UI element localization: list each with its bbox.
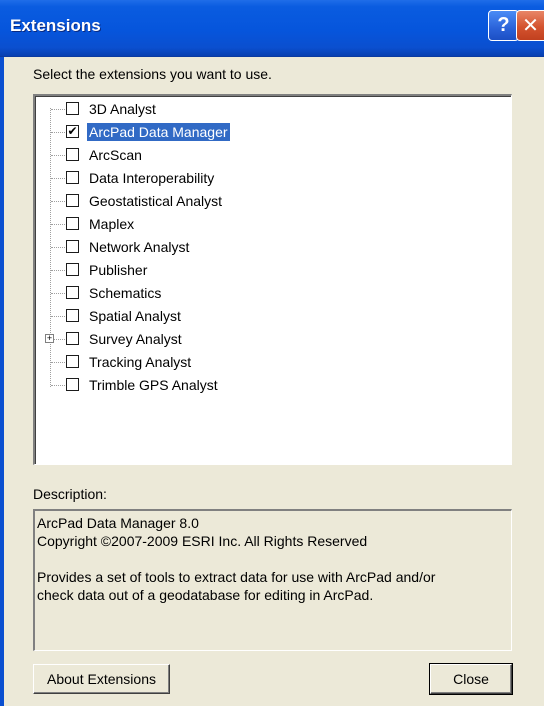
- extension-label: ArcScan: [89, 147, 142, 163]
- extension-item[interactable]: Schematics: [35, 283, 505, 303]
- tree-branch-line: [51, 109, 67, 110]
- extension-item[interactable]: Publisher: [35, 260, 505, 280]
- extension-label: 3D Analyst: [89, 101, 156, 117]
- description-box: ArcPad Data Manager 8.0 Copyright ©2007-…: [33, 509, 512, 651]
- extension-checkbox[interactable]: [66, 309, 79, 322]
- extension-item[interactable]: Network Analyst: [35, 237, 505, 257]
- extension-item[interactable]: Geostatistical Analyst: [35, 191, 505, 211]
- close-icon: ✕: [522, 15, 539, 37]
- extension-checkbox[interactable]: [66, 378, 79, 391]
- title-bar[interactable]: Extensions ? ✕: [0, 0, 544, 57]
- extension-label: Spatial Analyst: [89, 308, 181, 324]
- help-button[interactable]: ?: [488, 10, 519, 41]
- extension-checkbox[interactable]: [66, 355, 79, 368]
- tree-branch-line: [51, 132, 67, 133]
- extension-label: Tracking Analyst: [89, 354, 192, 370]
- extension-label: Maplex: [89, 216, 135, 232]
- tree-branch-line: [51, 316, 67, 317]
- extension-label: ArcPad Data Manager: [87, 123, 230, 141]
- tree-branch-line: [51, 270, 67, 271]
- extensions-tree[interactable]: 3D Analyst ✔ ArcPad Data Manager ArcScan Dat…: [33, 94, 512, 465]
- tree-branch-line: [51, 293, 67, 294]
- description-label: Description:: [33, 486, 107, 502]
- tree-branch-line: [51, 155, 67, 156]
- extension-item[interactable]: ArcScan: [35, 145, 505, 165]
- tree-branch-line: [51, 224, 67, 225]
- instruction-text: Select the extensions you want to use.: [33, 66, 272, 82]
- extension-checkbox[interactable]: [66, 171, 79, 184]
- extension-item[interactable]: + Survey Analyst: [35, 329, 505, 349]
- extension-item[interactable]: Maplex: [35, 214, 505, 234]
- extension-item[interactable]: Tracking Analyst: [35, 352, 505, 372]
- tree-branch-line: [51, 201, 67, 202]
- description-line: ArcPad Data Manager 8.0: [37, 515, 199, 531]
- extension-checkbox[interactable]: ✔: [66, 125, 79, 138]
- window-title: Extensions: [10, 16, 101, 35]
- extension-checkbox[interactable]: [66, 332, 79, 345]
- expand-icon[interactable]: +: [45, 334, 54, 343]
- tree-branch-line: [51, 247, 67, 248]
- extension-checkbox[interactable]: [66, 217, 79, 230]
- extension-label: Schematics: [89, 285, 162, 301]
- close-window-button[interactable]: ✕: [516, 10, 544, 41]
- extension-label: Geostatistical Analyst: [89, 193, 223, 209]
- extension-label: Data Interoperability: [89, 170, 215, 186]
- extension-item[interactable]: ✔ ArcPad Data Manager: [35, 122, 505, 142]
- extension-item[interactable]: Data Interoperability: [35, 168, 505, 188]
- tree-branch-line: [51, 385, 67, 386]
- description-line: Provides a set of tools to extract data …: [37, 569, 436, 585]
- extension-item[interactable]: Trimble GPS Analyst: [35, 375, 505, 395]
- window-frame: [0, 56, 4, 706]
- extension-label: Survey Analyst: [89, 331, 182, 347]
- extension-checkbox[interactable]: [66, 286, 79, 299]
- extension-checkbox[interactable]: [66, 194, 79, 207]
- tree-branch-line: [51, 178, 67, 179]
- about-extensions-button[interactable]: About Extensions: [33, 664, 170, 694]
- description-line: check data out of a geodatabase for edit…: [37, 587, 374, 603]
- checkmark-icon: ✔: [67, 124, 78, 138]
- close-button[interactable]: Close: [429, 663, 513, 695]
- help-icon: ?: [497, 14, 510, 36]
- extension-label: Trimble GPS Analyst: [89, 377, 218, 393]
- extension-item[interactable]: 3D Analyst: [35, 99, 505, 119]
- extension-checkbox[interactable]: [66, 148, 79, 161]
- extension-checkbox[interactable]: [66, 263, 79, 276]
- extension-label: Network Analyst: [89, 239, 190, 255]
- extension-item[interactable]: Spatial Analyst: [35, 306, 505, 326]
- description-line: Copyright ©2007-2009 ESRI Inc. All Right…: [37, 533, 368, 549]
- extension-checkbox[interactable]: [66, 102, 79, 115]
- extension-label: Publisher: [89, 262, 148, 278]
- extension-checkbox[interactable]: [66, 240, 79, 253]
- tree-branch-line: [51, 362, 67, 363]
